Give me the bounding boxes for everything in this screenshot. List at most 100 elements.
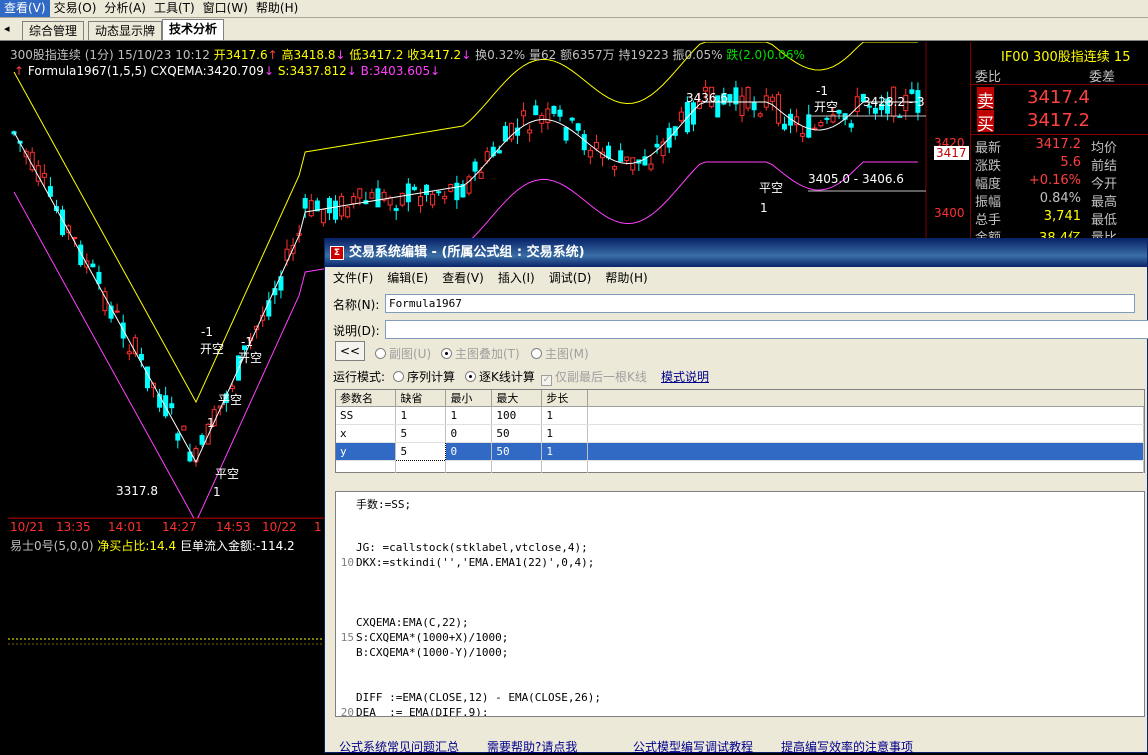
low-price-label: 3317.8 [116, 484, 158, 498]
quote-value: 3,741 [1043, 209, 1081, 224]
dialog-menubar: 文件(F) 编辑(E) 查看(V) 插入(I) 调试(D) 帮助(H) [325, 267, 1147, 289]
menu-item-0[interactable]: 查看(V) [0, 0, 50, 17]
code-line: 手数:=SS; [356, 498, 412, 511]
param-cell[interactable]: 1 [541, 442, 589, 461]
collapse-button[interactable]: << [335, 341, 365, 361]
hdr1-part: 跌(2.0)0.06% [726, 48, 805, 62]
param-cell[interactable]: y [336, 442, 397, 461]
time-label: 14:53 [216, 520, 251, 534]
menu-item-1[interactable]: 交易(O) [50, 0, 101, 17]
menu-item-2[interactable]: 分析(A) [100, 0, 150, 17]
quote-key2: 最低 [1091, 213, 1118, 228]
mode-help-link[interactable]: 模式说明 [661, 368, 709, 385]
param-cell[interactable]: 1 [395, 406, 447, 425]
param-cell[interactable]: 0 [445, 442, 493, 461]
dialog-menu-item[interactable]: 插入(I) [498, 271, 535, 285]
view-opt-mainchart[interactable]: 主图(M) [531, 345, 589, 362]
param-cell[interactable]: x [336, 424, 397, 443]
signal-label: -1 [816, 84, 828, 98]
param-cell[interactable]: SS [336, 406, 397, 425]
param-header[interactable]: 参数名 [336, 390, 397, 407]
run-mode-sequence[interactable]: 序列计算 [393, 368, 455, 385]
name-field[interactable]: Formula1967 [385, 294, 1135, 313]
hdr2-part: ↓ [346, 64, 357, 78]
footer-help-link[interactable]: 公式系统常见问题汇总 [339, 738, 459, 755]
param-cell[interactable]: 5 [395, 424, 447, 443]
menu-item-4[interactable]: 窗口(W) [199, 0, 252, 17]
param-cell[interactable]: 0 [445, 424, 493, 443]
radio-icon [393, 371, 404, 382]
code-line: DKX:=stkindi('','EMA.EMA1(22)',0,4); [356, 556, 595, 569]
quote-key2: 今开 [1091, 177, 1118, 192]
range-top-label: 3428.2 - 3 [863, 95, 925, 109]
dialog-menu-item[interactable]: 编辑(E) [387, 271, 428, 285]
dialog-titlebar[interactable]: Σ 交易系统编辑 - (所属公式组 : 交易系统) [325, 239, 1147, 267]
code-line: DIFF :=EMA(CLOSE,12) - EMA(CLOSE,26); [356, 691, 602, 704]
param-row[interactable]: y 5 0 50 1 [336, 442, 1144, 461]
view-opt-subchart[interactable]: 副图(U) [375, 345, 431, 362]
tab-dynamic-board[interactable]: 动态显示牌 [88, 21, 163, 40]
time-label: 10/22 [262, 520, 297, 534]
signal-label: 1 [213, 485, 221, 499]
time-label: 1 [314, 520, 322, 534]
param-table[interactable]: 参数名 缺省 最小 最大 步长 SS 1 1 100 1 x 5 0 50 1 y 5 0 50 1 [335, 389, 1145, 475]
line-number: 20 [340, 706, 354, 717]
last-bar-only-checkbox[interactable]: ✓ 仅副最后一根K线 [541, 368, 647, 386]
hdr1-part: 300股指连续 (1分) 15/10/23 10:12 [10, 48, 214, 62]
desc-field[interactable] [385, 320, 1148, 339]
param-filler [587, 424, 1144, 443]
param-header[interactable]: 缺省 [395, 390, 447, 407]
param-cell[interactable]: 100 [491, 406, 543, 425]
app-icon: Σ [330, 246, 344, 260]
footer-help-link[interactable]: 公式模型编写调试教程 [633, 738, 753, 755]
signal-label: 平空 [215, 467, 240, 481]
run-mode-per-bar[interactable]: 逐K线计算 [465, 368, 535, 385]
high-price-label: 3436.6 [686, 91, 728, 105]
param-cell[interactable]: 1 [541, 424, 589, 443]
hdr1-part: 换0.32% 量62 额6357万 持19223 振0.05% [471, 48, 727, 62]
dialog-footer-links: 公式系统常见问题汇总 需要帮助?请点我 公式模型编写调试教程 提高编写效率的注意事项 [325, 736, 1148, 754]
tab-overview[interactable]: 综合管理 [22, 21, 85, 40]
menu-item-5[interactable]: 帮助(H) [252, 0, 302, 17]
dialog-menu-item[interactable]: 查看(V) [442, 271, 484, 285]
param-row[interactable]: x 5 0 50 1 [336, 424, 1144, 443]
hdr1-part: 收3417.2 [407, 48, 462, 62]
page-tabbar: ◂ 综合管理 动态显示牌 技术分析 [0, 18, 1148, 41]
time-label: 14:27 [162, 520, 197, 534]
signal-label: 开空 [200, 342, 225, 356]
checkbox-icon: ✓ [541, 375, 552, 386]
code-editor[interactable]: 手数:=SS; JG: =callstock(stklabel,vtclose,4… [335, 491, 1145, 717]
param-cell[interactable]: 50 [491, 424, 543, 443]
hdr2-part: B:3403.605 [356, 64, 431, 78]
param-cell[interactable]: 1 [445, 406, 493, 425]
code-line: JG: =callstock(stklabel,vtclose,4); [356, 541, 588, 554]
quote-value: +0.16% [1028, 173, 1081, 188]
param-cell[interactable]: 1 [541, 406, 589, 425]
view-opt-overlay[interactable]: 主图叠加(T) [441, 345, 520, 362]
quote-value: 5.6 [1060, 155, 1081, 170]
quote-key2: 前结 [1091, 159, 1118, 174]
dialog-menu-item[interactable]: 文件(F) [333, 271, 373, 285]
param-header[interactable]: 步长 [541, 390, 589, 407]
signal-label: 开空 [238, 351, 263, 365]
param-header[interactable]: 最大 [491, 390, 543, 407]
menu-item-3[interactable]: 工具(T) [150, 0, 199, 17]
hdr2-part: Formula1967(1,5,5) CXQEMA:3420.709 [27, 64, 264, 78]
footer-help-link[interactable]: 需要帮助?请点我 [487, 738, 577, 755]
tab-scroll-left-icon[interactable]: ◂ [4, 22, 10, 35]
param-header[interactable]: 最小 [445, 390, 493, 407]
dialog-menu-item[interactable]: 调试(D) [549, 271, 592, 285]
footer-help-link[interactable]: 提高编写效率的注意事项 [781, 738, 913, 755]
dialog-menu-item[interactable]: 帮助(H) [605, 271, 647, 285]
radio-icon [531, 348, 542, 359]
indtitle-part: 易士0号(5,0,0) [10, 539, 98, 553]
param-cell[interactable]: 5 [395, 442, 447, 461]
chart-header-quote: 300股指连续 (1分) 15/10/23 10:12 开3417.6↑ 高34… [10, 46, 805, 63]
axis-label-3400: 3400 [934, 206, 965, 220]
tab-technical-analysis[interactable]: 技术分析 [162, 19, 225, 40]
radio-icon [441, 348, 452, 359]
param-cell[interactable]: 50 [491, 442, 543, 461]
signal-label: 平空 [759, 181, 784, 195]
chart-header-formula: ↑ Formula1967(1,5,5) CXQEMA:3420.709↓ S:… [14, 64, 440, 78]
param-row[interactable]: SS 1 1 100 1 [336, 406, 1144, 425]
